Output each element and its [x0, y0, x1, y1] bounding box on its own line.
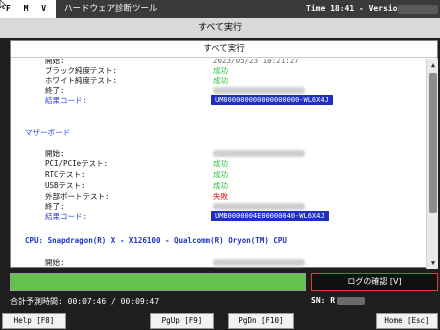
- result-status: 成功: [213, 181, 228, 190]
- result-label: 開始:: [45, 258, 65, 267]
- sn-label: SN: R: [311, 296, 336, 305]
- title-bar: F M V ハードウェア診断ツール Time 18:41 - Version: [0, 0, 440, 18]
- result-row: RTCテスト: 成功: [11, 169, 426, 180]
- scroll-up-icon[interactable]: ▲: [427, 59, 439, 71]
- page-up-button[interactable]: PgUp [F9]: [150, 313, 214, 329]
- view-log-button[interactable]: ログの確認 [V]: [311, 273, 438, 291]
- section-heading: マザーボード: [25, 128, 70, 137]
- result-label: 終了:: [45, 268, 65, 269]
- panel-title: すべて実行: [11, 41, 437, 58]
- estimated-time: 合計予測時間: 00:07:46 / 00:09:47: [10, 296, 159, 307]
- time-version: Time 18:41 - Version: [306, 4, 403, 13]
- cpu-section-heading: CPU: Snapdragon(R) X - X126100 - Qualcom…: [25, 236, 287, 245]
- result-status: 成功: [213, 159, 228, 168]
- result-label: 結果コード:: [45, 212, 88, 221]
- result-row: 結果コード: UMB0000004E00000040-WL6X4J: [11, 211, 426, 222]
- result-row: 終了:: [11, 268, 426, 269]
- results-panel: すべて実行 開始: 2023/05/23 10:21:27 ブラック純度テスト: 成功…: [10, 40, 438, 269]
- serial-number: SN: R: [311, 296, 366, 305]
- scroll-down-icon[interactable]: ▼: [427, 257, 439, 269]
- home-button[interactable]: Home [Esc]: [376, 313, 438, 329]
- sn-redacted: [337, 296, 366, 305]
- result-label: PCI/PCIeテスト:: [45, 159, 109, 168]
- estimate-label: 合計予測時間:: [10, 297, 63, 306]
- progress-fill: [11, 274, 305, 290]
- fmv-logo: F M V: [0, 0, 56, 18]
- page-down-button[interactable]: PgDn [F10]: [228, 313, 294, 329]
- result-code: UM000000000000000000-WL6X4J: [211, 95, 333, 105]
- page-header: すべて実行: [0, 18, 440, 38]
- scrollbar-thumb[interactable]: [429, 73, 437, 213]
- results-list[interactable]: 開始: 2023/05/23 10:21:27 ブラック純度テスト: 成功 ホワイト純度…: [11, 59, 426, 269]
- result-row: 開始:: [11, 257, 426, 268]
- result-status: 成功: [213, 170, 228, 179]
- result-label: RTCテスト:: [45, 170, 86, 179]
- app-name: ハードウェア診断ツール: [64, 4, 158, 14]
- result-label: 結果コード:: [45, 96, 88, 105]
- result-row: マザーボード: [11, 127, 426, 138]
- result-row: CPU: Snapdragon(R) X - X126100 - Qualcom…: [11, 235, 426, 246]
- result-label: USBテスト:: [45, 181, 86, 190]
- mouse-cursor-icon: [0, 0, 6, 9]
- progress-bar: [10, 273, 306, 291]
- result-row: 結果コード: UM000000000000000000-WL6X4J: [11, 95, 426, 106]
- version-redacted: [398, 5, 438, 14]
- result-code: UMB0000004E00000040-WL6X4J: [211, 211, 329, 221]
- estimate-value: 00:07:46 / 00:09:47: [67, 297, 160, 306]
- vertical-scrollbar[interactable]: ▲ ▼: [426, 59, 438, 269]
- footer-keys: Help [F8] PgUp [F9] PgDn [F10] Home [Esc…: [0, 312, 440, 330]
- redacted-value: [213, 268, 305, 269]
- result-row: PCI/PCIeテスト: 成功: [11, 158, 426, 169]
- result-row: USBテスト: 成功: [11, 180, 426, 191]
- help-button[interactable]: Help [F8]: [2, 313, 66, 329]
